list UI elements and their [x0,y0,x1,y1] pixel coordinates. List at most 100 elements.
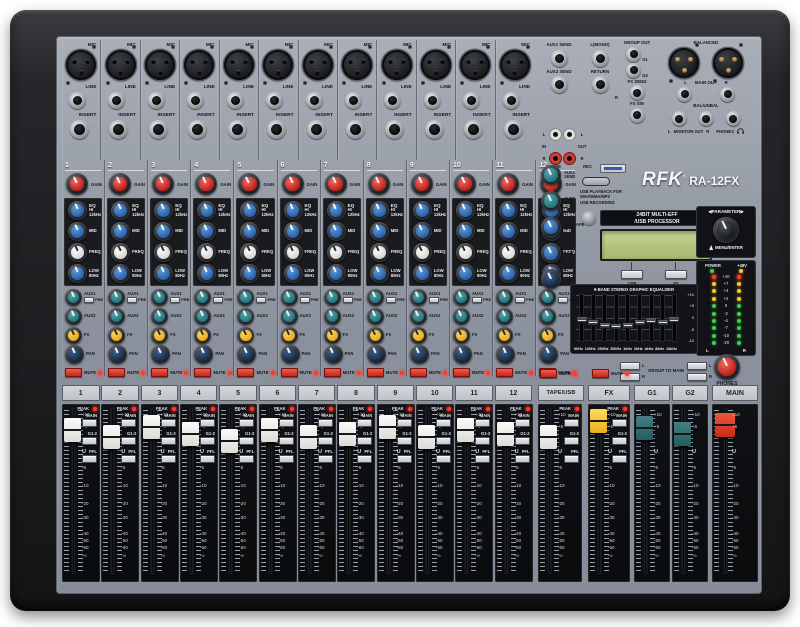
aux2-knob[interactable] [65,308,82,325]
pre-button[interactable] [515,297,525,303]
pfl-button[interactable] [82,455,97,463]
fx-sw-jack[interactable] [630,108,645,123]
geq-slider-handle[interactable] [576,316,588,323]
main-button[interactable] [357,419,372,427]
g1-2-button[interactable] [436,437,451,445]
g2-to-main-r-button[interactable] [687,373,707,381]
geq-slider[interactable] [580,295,583,341]
mute-button[interactable] [496,368,513,377]
geq-slider-handle[interactable] [657,319,669,326]
aux1-knob[interactable] [151,289,168,306]
mute-button[interactable] [237,368,254,377]
aux1-send-jack[interactable] [551,50,568,67]
pre-button[interactable] [300,297,310,303]
pfl-button[interactable] [318,455,333,463]
fader-handle[interactable] [457,418,474,442]
aux2-knob[interactable] [194,308,211,325]
eq-low-knob[interactable] [68,264,87,283]
pan-knob[interactable] [237,345,256,364]
balanced-xlr-left[interactable] [669,48,699,78]
rec-out-l-rca[interactable] [564,129,575,140]
aux1-knob[interactable] [324,289,341,306]
g1-2-button[interactable] [161,437,176,445]
fader-handle[interactable] [540,425,557,449]
eq-freq-knob[interactable] [240,243,259,262]
eq-hi-knob[interactable] [499,201,518,220]
geq-slider[interactable] [626,295,629,341]
fx-mute-button[interactable] [592,369,609,378]
return-jack[interactable] [592,76,609,93]
fx-send-knob[interactable] [496,327,513,344]
aux1-knob[interactable] [237,289,254,306]
g1-2-button[interactable] [612,437,627,445]
fader-handle[interactable] [182,422,199,446]
aux2-knob[interactable] [281,308,298,325]
phones-knob[interactable] [714,354,740,380]
eq-freq-knob[interactable] [111,243,130,262]
eq-low-knob[interactable] [240,264,259,283]
eq-hi-knob[interactable] [111,201,130,220]
pfl-button[interactable] [161,455,176,463]
insert-jack[interactable] [70,120,89,139]
phones-jack[interactable] [726,111,741,126]
eq-mid-knob[interactable] [456,222,475,241]
insert-jack[interactable] [109,120,128,139]
aux1-knob[interactable] [65,289,82,306]
eq-low-knob[interactable] [499,264,518,283]
aux1-knob[interactable] [410,289,427,306]
tape-in-l-rca[interactable] [550,129,561,140]
pan-knob[interactable] [367,345,386,364]
pfl-button[interactable] [436,455,451,463]
fx-send-knob[interactable] [65,327,82,344]
main-button[interactable] [279,419,294,427]
parameter-knob[interactable] [713,217,739,243]
fx-send-knob[interactable] [410,327,427,344]
usb-tape-pan-knob[interactable] [541,269,561,289]
geq-slider[interactable] [673,295,676,341]
mute-button[interactable] [453,368,470,377]
aux2-knob[interactable] [410,308,427,325]
gain-knob[interactable] [238,173,260,195]
g1-2-button[interactable] [318,437,333,445]
line-jack[interactable] [187,92,204,109]
mic-xlr-jack[interactable] [66,50,96,80]
main-out-l-jack[interactable] [677,87,692,102]
geq-slider[interactable] [638,295,641,341]
pre-button[interactable] [256,297,266,303]
eq-low-knob[interactable] [370,264,389,283]
eq-low-knob[interactable] [154,264,173,283]
main-button[interactable] [200,419,215,427]
geq-slider[interactable] [603,295,606,341]
gain-knob[interactable] [325,173,347,195]
geq-slider-handle[interactable] [599,322,611,329]
eq-mid-knob[interactable] [413,222,432,241]
line-jack[interactable] [424,92,441,109]
mute-button[interactable] [65,368,82,377]
eq-low-knob[interactable] [111,264,130,283]
tape-usb-mute-button[interactable] [540,369,557,378]
pan-knob[interactable] [108,345,127,364]
monitor-out-l-jack[interactable] [672,111,687,126]
main-button[interactable] [82,419,97,427]
pan-knob[interactable] [151,345,170,364]
fx-mode-button[interactable] [665,270,687,279]
pfl-button[interactable] [279,455,294,463]
pre-button[interactable] [472,297,482,303]
mic-xlr-jack[interactable] [460,50,490,80]
pre-button[interactable] [343,297,353,303]
gain-knob[interactable] [282,173,304,195]
insert-jack[interactable] [228,120,247,139]
eq-freq-knob[interactable] [499,243,518,262]
fader-handle[interactable] [300,425,317,449]
fader-handle[interactable] [221,429,238,453]
aux2-knob[interactable] [367,308,384,325]
main-button[interactable] [475,419,490,427]
eq-freq-knob[interactable] [68,243,87,262]
geq-slider[interactable] [650,295,653,341]
pre-button[interactable] [127,297,137,303]
insert-jack[interactable] [385,120,404,139]
pfl-button[interactable] [397,455,412,463]
eq-low-knob[interactable] [197,264,216,283]
gain-knob[interactable] [411,173,433,195]
geq-slider[interactable] [615,295,618,341]
